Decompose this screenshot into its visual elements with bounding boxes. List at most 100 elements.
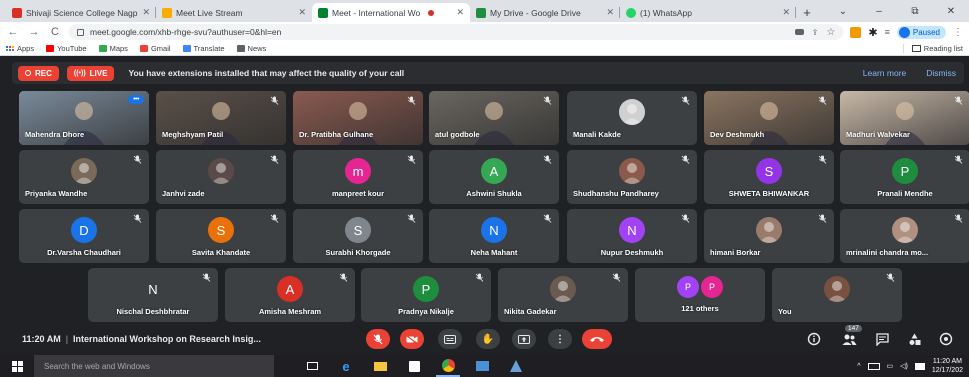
bookmark-news[interactable]: News: [236, 44, 266, 53]
participant-tile[interactable]: Manali Kakde: [567, 91, 697, 145]
task-view-button[interactable]: [300, 355, 324, 377]
participant-tile[interactable]: Nikita Gadekar: [498, 268, 628, 322]
browser-tab-college[interactable]: Shivaji Science College Nagp ✕: [6, 3, 156, 22]
meeting-details-button[interactable]: [805, 330, 823, 348]
bookmark-gmail[interactable]: Gmail: [139, 44, 171, 53]
mic-muted-icon: [818, 96, 827, 105]
share-icon[interactable]: ⇪: [812, 28, 819, 37]
tab-close-icon[interactable]: ✕: [142, 7, 150, 18]
browser-tab-live-stream[interactable]: Meet Live Stream ✕: [156, 3, 312, 22]
chevron-down-icon[interactable]: ⌄: [825, 0, 861, 22]
browser-tab-drive[interactable]: My Drive - Google Drive ✕: [470, 3, 620, 22]
extension-icon[interactable]: [850, 26, 862, 38]
profile-avatar-icon: [898, 26, 910, 38]
participant-tile[interactable]: A Amisha Meshram: [225, 268, 355, 322]
participant-tile[interactable]: N Neha Mahant: [429, 209, 559, 263]
chrome-taskbar-button[interactable]: [436, 355, 460, 377]
participant-tile[interactable]: Madhuri Walvekar: [840, 91, 969, 145]
participant-tile[interactable]: A Ashwini Shukla: [429, 150, 559, 204]
participant-tile[interactable]: S SHWETA BHIWANKAR: [704, 150, 834, 204]
edge-taskbar-button[interactable]: e: [334, 355, 358, 377]
participant-tile[interactable]: Priyanka Wandhe: [19, 150, 149, 204]
browser-tab-whatsapp[interactable]: (1) WhatsApp ✕: [620, 3, 796, 22]
tab-close-icon[interactable]: ✕: [456, 7, 464, 18]
kebab-menu-icon[interactable]: ⋮: [953, 27, 963, 38]
participant-name: atul godbole: [435, 130, 480, 139]
participant-tile[interactable]: S Surabhi Khorgade: [293, 209, 423, 263]
tab-close-icon[interactable]: ✕: [606, 7, 614, 18]
battery-icon[interactable]: ▭: [887, 362, 894, 370]
show-everyone-button[interactable]: [840, 330, 858, 348]
participant-tile[interactable]: Shudhanshu Pandharey: [567, 150, 697, 204]
chevron-up-icon[interactable]: ^: [857, 363, 860, 370]
host-controls-button[interactable]: [937, 330, 955, 348]
network-icon[interactable]: [867, 362, 880, 370]
camera-toggle-button[interactable]: [400, 329, 424, 349]
participant-tile[interactable]: m manpreet kour: [293, 150, 423, 204]
browser-tab-meet[interactable]: Meet - International Wo ✕: [312, 3, 470, 22]
participant-tile[interactable]: P Pranali Mendhe: [840, 150, 969, 204]
reading-list-button[interactable]: Reading list: [902, 44, 963, 53]
participant-tile[interactable]: S Savita Khandate: [156, 209, 286, 263]
reload-button[interactable]: C: [48, 26, 62, 38]
profile-paused-button[interactable]: Paused: [896, 25, 946, 39]
dismiss-button[interactable]: Dismiss: [926, 68, 956, 78]
leave-call-button[interactable]: [582, 329, 612, 349]
tile-options-icon[interactable]: •••: [128, 95, 144, 104]
participant-tile[interactable]: P Pradnya Nikalje: [361, 268, 491, 322]
captions-button[interactable]: [438, 329, 462, 349]
participant-tile[interactable]: You: [772, 268, 902, 322]
close-window-button[interactable]: ✕: [933, 0, 969, 22]
raise-hand-button[interactable]: ✋: [476, 329, 500, 349]
system-tray: ^ ▭ ◁) 11:20 AM 12/17/202: [857, 357, 969, 375]
store-taskbar-button[interactable]: [402, 355, 426, 377]
microphone-toggle-button[interactable]: [366, 329, 390, 349]
reading-mode-icon[interactable]: ≡: [885, 27, 890, 37]
present-now-button[interactable]: [512, 329, 536, 349]
more-options-button[interactable]: ⋮: [548, 329, 572, 349]
participant-tile[interactable]: Janhvi zade: [156, 150, 286, 204]
puzzle-extensions-icon[interactable]: ✱: [868, 26, 877, 39]
participant-photo: [756, 217, 782, 243]
tab-close-icon[interactable]: ✕: [782, 7, 790, 18]
tab-close-icon[interactable]: ✕: [298, 7, 306, 18]
mail-taskbar-button[interactable]: [368, 355, 392, 377]
participant-tile[interactable]: mrinalini chandra mo...: [840, 209, 969, 263]
volume-icon[interactable]: ◁): [900, 362, 908, 370]
participant-tile[interactable]: ••• Mahendra Dhore: [19, 91, 149, 145]
participant-tile[interactable]: Dev Deshmukh: [704, 91, 834, 145]
minimize-button[interactable]: –: [861, 0, 897, 22]
bookmark-star-icon[interactable]: ☆: [826, 27, 835, 38]
camera-permission-icon[interactable]: [794, 29, 804, 35]
address-bar[interactable]: meet.google.com/xhb-rhge-svu?authuser=0&…: [69, 24, 844, 40]
participant-tile[interactable]: himani Borkar: [704, 209, 834, 263]
participant-tile[interactable]: Meghshyam Patil: [156, 91, 286, 145]
forward-button[interactable]: →: [27, 26, 41, 38]
explorer-taskbar-button[interactable]: [470, 355, 494, 377]
learn-more-link[interactable]: Learn more: [863, 68, 906, 78]
participant-name: Dr. Pratibha Gulhane: [299, 130, 374, 139]
chat-button[interactable]: [873, 330, 891, 348]
windows-search-box[interactable]: Search the web and Windows: [34, 355, 274, 377]
others-tile[interactable]: P P 121 others: [635, 268, 765, 322]
keyboard-icon[interactable]: [914, 362, 925, 370]
activities-button[interactable]: [905, 330, 923, 348]
start-button[interactable]: [0, 355, 34, 377]
new-tab-button[interactable]: +: [796, 3, 818, 22]
participant-tile[interactable]: Dr. Pratibha Gulhane: [293, 91, 423, 145]
bookmark-youtube[interactable]: YouTube: [46, 44, 87, 53]
mic-muted-icon: [886, 273, 895, 282]
participant-tile[interactable]: N Nupur Deshmukh: [567, 209, 697, 263]
participant-tile[interactable]: N Nischal Deshbhratar: [88, 268, 218, 322]
bookmark-apps[interactable]: Apps: [6, 44, 34, 53]
bookmark-maps[interactable]: Maps: [98, 44, 128, 53]
mic-muted-icon: [133, 155, 142, 164]
participant-tile[interactable]: D Dr.Varsha Chaudhari: [19, 209, 149, 263]
participant-name: Madhuri Walvekar: [846, 130, 910, 139]
back-button[interactable]: ←: [6, 26, 20, 38]
taskbar-clock[interactable]: 11:20 AM 12/17/202: [932, 357, 963, 375]
app-taskbar-button[interactable]: [504, 355, 528, 377]
bookmark-translate[interactable]: Translate: [182, 44, 225, 53]
maximize-button[interactable]: ⧉: [897, 0, 933, 22]
participant-tile[interactable]: atul godbole: [429, 91, 559, 145]
